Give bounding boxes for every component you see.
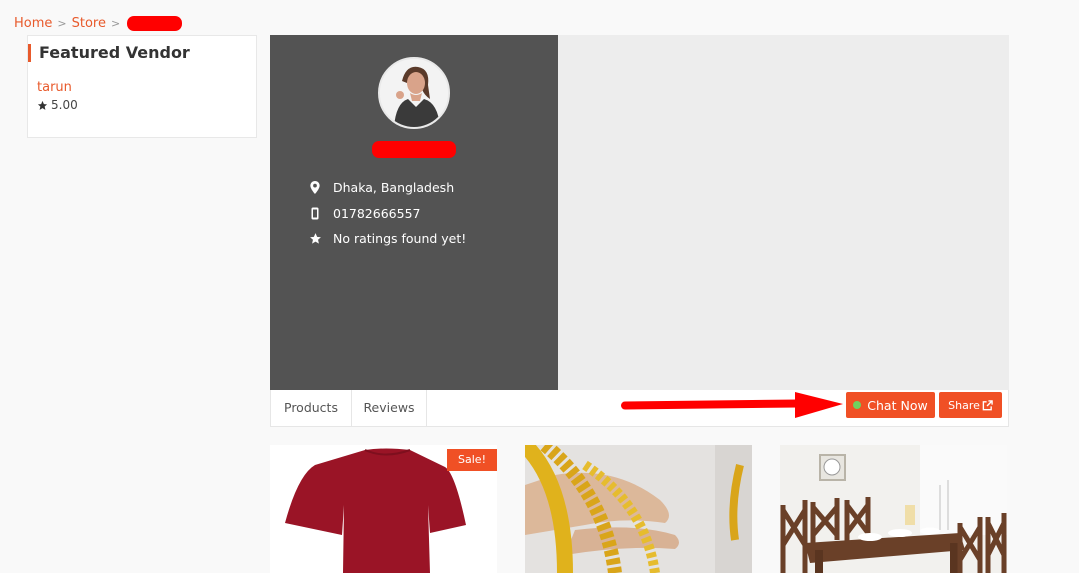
product-card[interactable] xyxy=(525,445,752,573)
avatar-photo xyxy=(380,59,448,127)
product-card[interactable] xyxy=(780,445,1007,573)
vendor-rating: 5.00 xyxy=(37,98,78,112)
store-phone-text: 01782666557 xyxy=(333,205,421,221)
store-phone: 01782666557 xyxy=(308,201,466,227)
external-link-icon xyxy=(982,399,993,410)
chat-now-label: Chat Now xyxy=(867,397,928,413)
store-avatar xyxy=(378,57,450,129)
featured-vendor-widget: Featured Vendor tarun 5.00 xyxy=(27,35,257,138)
vendor-rating-value: 5.00 xyxy=(51,98,78,112)
breadcrumb-home[interactable]: Home xyxy=(14,16,52,31)
sale-badge: Sale! xyxy=(447,449,497,471)
breadcrumb-separator-icon: > xyxy=(57,17,67,30)
store-address: Dhaka, Bangladesh xyxy=(308,175,466,201)
annotation-arrow-icon xyxy=(621,392,843,418)
breadcrumb-current-redacted xyxy=(127,16,183,31)
tab-reviews[interactable]: Reviews xyxy=(352,390,427,426)
store-info-panel: Dhaka, Bangladesh 01782666557 No ratings… xyxy=(270,35,558,390)
product-image-dining-table xyxy=(780,445,1007,573)
store-rating-text: No ratings found yet! xyxy=(333,231,467,247)
widget-title: Featured Vendor xyxy=(28,44,190,62)
product-card[interactable]: Sale! xyxy=(270,445,497,573)
breadcrumb-separator-icon: > xyxy=(110,17,121,30)
store-header: Dhaka, Bangladesh 01782666557 No ratings… xyxy=(270,35,1009,390)
vendor-link[interactable]: tarun xyxy=(37,80,72,95)
map-marker-icon xyxy=(308,181,322,195)
store-details: Dhaka, Bangladesh 01782666557 No ratings… xyxy=(308,175,466,252)
store-address-text: Dhaka, Bangladesh xyxy=(333,180,455,196)
store-rating: No ratings found yet! xyxy=(308,226,466,252)
star-icon xyxy=(308,232,322,245)
mobile-phone-icon xyxy=(308,207,322,220)
breadcrumb: Home > Store > xyxy=(14,16,183,31)
star-icon xyxy=(37,100,48,110)
chat-now-button[interactable]: Chat Now xyxy=(846,392,935,418)
store-name-redacted xyxy=(372,141,456,158)
tab-products[interactable]: Products xyxy=(271,390,352,426)
share-button[interactable]: Share xyxy=(939,392,1002,418)
online-status-icon xyxy=(853,401,862,409)
product-image-gold-chain xyxy=(525,445,752,573)
share-label: Share xyxy=(948,398,980,412)
breadcrumb-store[interactable]: Store xyxy=(72,16,106,31)
